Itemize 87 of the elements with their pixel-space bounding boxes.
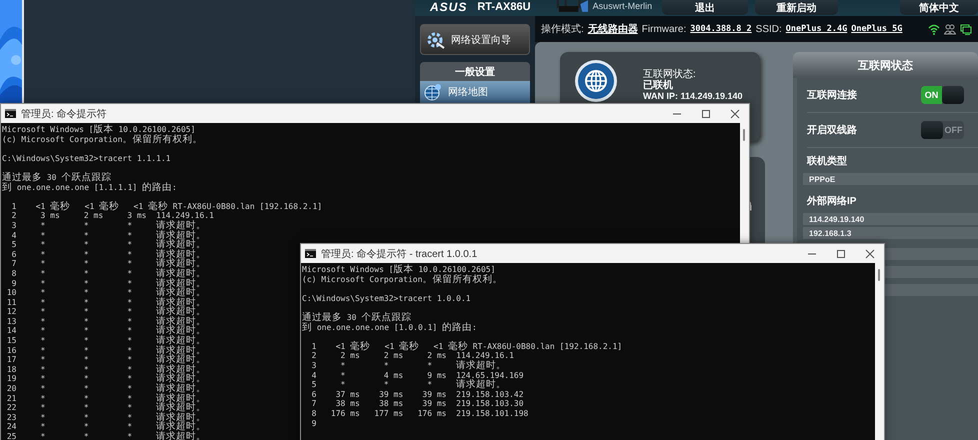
console-line: 22 * * * 请求超时。 [6,403,206,413]
terminal-icon [305,249,316,258]
console-line: 2 3 ms 2 ms 3 ms 114.249.16.1 [10,211,214,220]
ssid-link[interactable]: OnePlus_5G [851,24,902,34]
console-line: 11 * * * 请求超时。 [6,298,206,308]
ssid-link[interactable]: OnePlus_2.4G [786,24,848,34]
gear-icon [427,30,445,48]
value-field: PPPoE [803,173,978,185]
firmware-name: Asuswrt-Merlin [592,1,652,11]
scroll-thumb[interactable] [743,129,745,141]
console-line: 2 2 ms 2 ms 2 ms 114.249.16.1 [310,351,514,360]
console-line: 15 * * * 请求超时。 [6,336,206,346]
wan-ip: WAN IP: 114.249.19.140 [643,91,743,102]
sidebar-item[interactable]: 网络地图 [420,81,530,103]
setting-label: 外部网络IP [807,194,858,208]
console-line: 17 * * * 请求超时。 [6,355,206,365]
console-line: 13 * * * 请求超时。 [6,316,206,326]
console-line: 通过最多 30 个跃点跟踪 [2,172,112,183]
close-icon [864,248,874,258]
monitor-icon[interactable] [960,24,972,34]
console-line: 3 * * * 请求超时。 [310,360,506,371]
mode-label: 操作模式: [541,22,584,36]
maximize-icon [836,248,846,258]
console-line: 12 * * * 请求超时。 [6,307,206,317]
console-line: Microsoft Windows [版本 10.0.26100.2605] [302,265,496,275]
console-line: 通过最多 30 个跃点跟踪 [302,312,412,323]
console-line: 23 * * * 请求超时。 [6,412,206,422]
console-line: C:\Windows\System32>tracert 1.1.1.1 [2,154,171,164]
mode-link[interactable]: 无线路由器 [588,22,638,36]
console-line: 9 * * * 请求超时。 [10,278,206,288]
console-line: 8 * * * 请求超时。 [10,268,206,278]
wifi-icon[interactable] [928,24,940,34]
console-line: 21 * * * 请求超时。 [6,394,206,404]
console-line: 3 * * * 请求超时。 [10,220,206,231]
window-title: 管理员: 命令提示符 - tracert 1.0.0.1 [321,248,478,260]
console-line: 到 one.one.one.one [1.0.0.1] 的路由: [302,322,477,332]
console-line: 1 <1 毫秒 <1 毫秒 <1 毫秒 RT-AX86U-0B80.lan [192.168.2.1] [310,342,622,352]
maximize-icon [700,108,710,118]
console-line: 5 * * * 请求超时。 [310,380,506,390]
console-line: 6 * * * 请求超时。 [10,250,206,260]
logout-button[interactable]: 退出 [662,0,748,15]
terminal-icon [5,109,16,118]
ssid-label: SSID: [756,24,782,34]
console-line: 到 one.one.one.one [1.1.1.1] 的路由: [2,182,177,192]
console-line: 14 * * * 请求超时。 [6,326,206,336]
firmware-label: Firmware: [642,24,686,34]
console-line: 7 * * * 请求超时。 [10,259,206,269]
console-line: 9 [310,418,316,428]
console-line: 16 * * * 请求超时。 [6,346,206,356]
users-icon[interactable] [944,24,956,34]
console-line: 25 * * * 请求超时。 [6,432,206,440]
close-icon [730,108,740,118]
console-line: 18 * * * 请求超时。 [6,364,206,374]
window-title: 管理员: 命令提示符 [21,108,107,120]
console-line: 10 * * * 请求超时。 [6,288,206,298]
console-line: 20 * * * 请求超时。 [6,384,206,394]
console-line: Microsoft Windows [版本 10.0.26100.2605] [2,125,196,135]
console-line: 19 * * * 请求超时。 [6,374,206,384]
console-line: 8 176 ms 177 ms 176 ms 219.158.101.198 [310,408,528,418]
globe-pin-icon [424,83,442,101]
logo-text: ASUS [430,1,468,14]
scroll-thumb[interactable] [878,269,880,281]
console-line: 4 * 4 ms 9 ms 124.65.194.169 [310,370,524,380]
panel-title: 互联网状态 [793,52,978,78]
model-name: RT-AX86U [477,1,531,14]
value-field: 114.249.19.140 [803,213,978,225]
console-line: 4 * * * 请求超时。 [10,230,206,240]
setting-label: 互联网连接 [807,88,857,102]
wizard-button[interactable]: 网络设置向导 [420,24,530,55]
globe-icon [575,60,617,102]
console-line: 6 37 ms 39 ms 39 ms 219.158.103.42 [310,390,524,400]
section-header: 一般设置 [420,62,530,81]
setting-label: 开启双线路 [807,123,857,137]
status-label: 互联网状态: [643,69,697,80]
console-line: (c) Microsoft Corporation。保留所有权利。 [2,134,202,144]
console-line: (c) Microsoft Corporation。保留所有权利。 [302,274,502,284]
value-field: 192.168.1.3 [803,227,978,239]
status-value: 已联机 [643,80,674,91]
console-line: 24 * * * 请求超时。 [6,422,206,432]
language-button[interactable]: 简体中文 [900,0,978,15]
setting-label: 联机类型 [807,154,848,168]
console-line: 5 * * * 请求超时。 [10,240,206,250]
console-line: C:\Windows\System32>tracert 1.0.0.1 [302,294,471,304]
firmware-link[interactable]: 3004.388.8_2 [690,24,752,34]
console-line: 7 38 ms 38 ms 39 ms 219.158.103.30 [310,399,524,409]
console-line: 1 <1 毫秒 <1 毫秒 <1 毫秒 RT-AX86U-0B80.lan [192.168.2.1] [10,202,322,212]
reboot-button[interactable]: 重新启动 [755,0,838,15]
